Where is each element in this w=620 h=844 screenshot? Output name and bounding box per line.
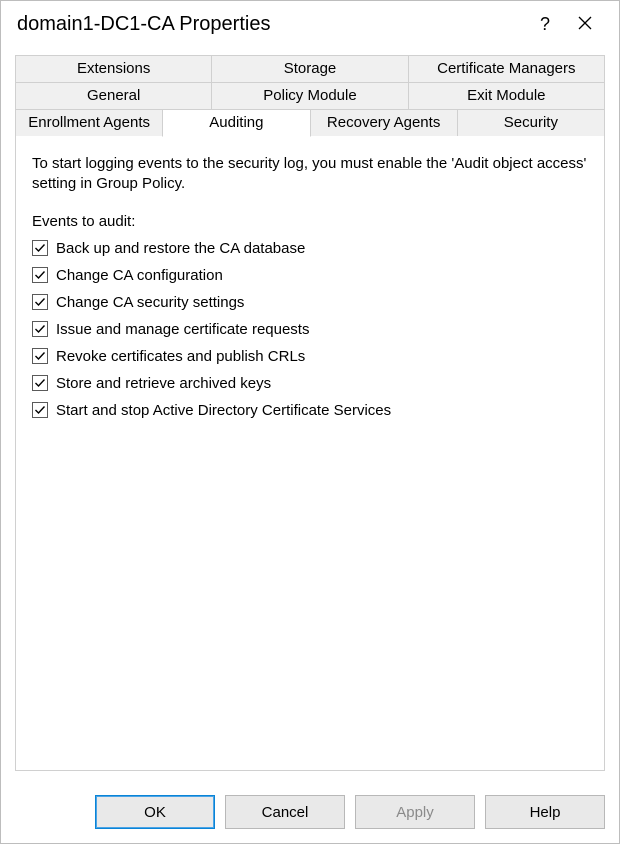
tab-recovery-agents[interactable]: Recovery Agents: [310, 109, 458, 137]
check-label: Start and stop Active Directory Certific…: [56, 402, 391, 419]
properties-dialog: domain1-DC1-CA Properties ? Extensions S…: [0, 0, 620, 844]
tab-panel-auditing: To start logging events to the security …: [15, 136, 605, 771]
tab-policy-module[interactable]: Policy Module: [211, 82, 408, 109]
apply-button[interactable]: Apply: [355, 795, 475, 829]
help-button[interactable]: ?: [525, 9, 565, 39]
events-to-audit-label: Events to audit:: [32, 213, 588, 230]
check-archived-keys[interactable]: Store and retrieve archived keys: [32, 375, 588, 392]
cancel-button[interactable]: Cancel: [225, 795, 345, 829]
help-icon: ?: [540, 14, 550, 35]
checkbox-icon: [32, 321, 48, 337]
check-start-stop-adcs[interactable]: Start and stop Active Directory Certific…: [32, 402, 588, 419]
titlebar: domain1-DC1-CA Properties ?: [1, 1, 619, 47]
auditing-description: To start logging events to the security …: [32, 154, 588, 195]
checkbox-icon: [32, 348, 48, 364]
check-revoke-crls[interactable]: Revoke certificates and publish CRLs: [32, 348, 588, 365]
check-change-config[interactable]: Change CA configuration: [32, 267, 588, 284]
check-label: Change CA security settings: [56, 294, 244, 311]
close-button[interactable]: [565, 9, 605, 39]
check-change-security[interactable]: Change CA security settings: [32, 294, 588, 311]
check-label: Issue and manage certificate requests: [56, 321, 309, 338]
check-label: Back up and restore the CA database: [56, 240, 305, 257]
tab-strip: Extensions Storage Certificate Managers …: [15, 55, 605, 137]
checkbox-icon: [32, 402, 48, 418]
checkbox-icon: [32, 267, 48, 283]
tab-general[interactable]: General: [15, 82, 212, 109]
tab-storage[interactable]: Storage: [211, 55, 408, 82]
checkbox-icon: [32, 375, 48, 391]
check-issue-manage[interactable]: Issue and manage certificate requests: [32, 321, 588, 338]
check-backup-restore[interactable]: Back up and restore the CA database: [32, 240, 588, 257]
checkbox-icon: [32, 240, 48, 256]
tab-auditing[interactable]: Auditing: [162, 109, 310, 137]
tab-certificate-managers[interactable]: Certificate Managers: [408, 55, 605, 82]
checkbox-icon: [32, 294, 48, 310]
tab-enrollment-agents[interactable]: Enrollment Agents: [15, 109, 163, 137]
check-label: Store and retrieve archived keys: [56, 375, 271, 392]
help-button-footer[interactable]: Help: [485, 795, 605, 829]
tab-security[interactable]: Security: [457, 109, 605, 137]
check-label: Revoke certificates and publish CRLs: [56, 348, 305, 365]
check-label: Change CA configuration: [56, 267, 223, 284]
audit-checklist: Back up and restore the CA database Chan…: [32, 240, 588, 419]
window-title: domain1-DC1-CA Properties: [17, 13, 525, 36]
tab-exit-module[interactable]: Exit Module: [408, 82, 605, 109]
dialog-buttons: OK Cancel Apply Help: [1, 785, 619, 843]
dialog-body: Extensions Storage Certificate Managers …: [1, 47, 619, 785]
tab-extensions[interactable]: Extensions: [15, 55, 212, 82]
close-icon: [578, 14, 592, 35]
ok-button[interactable]: OK: [95, 795, 215, 829]
